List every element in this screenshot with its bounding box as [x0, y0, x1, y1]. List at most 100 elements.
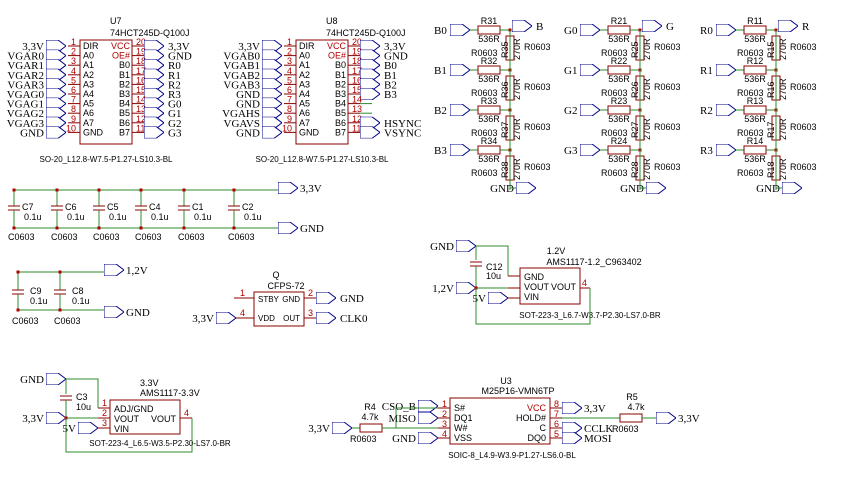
reg-part: AMS1117-3.3V — [140, 388, 200, 398]
pin-number: 1 — [240, 288, 245, 298]
pin-name: B0 — [335, 60, 346, 70]
pin-name: B7 — [335, 127, 346, 137]
shunt-value: 270R — [642, 78, 652, 100]
pin-name: A3 — [83, 79, 94, 89]
pin-number: 2 — [71, 47, 76, 57]
pin-name: B4 — [335, 99, 346, 109]
net-label: 1,2V — [126, 265, 148, 277]
net-port-g2 — [580, 104, 600, 116]
net-port-r3 — [716, 144, 736, 156]
resistor-ref: R32 — [481, 56, 498, 66]
pin-name: B1 — [335, 70, 346, 80]
regulator-3v3[interactable]: 3.3VAMS1117-3.3VADJ/GNDVOUT VOUTVIN1234SO… — [20, 373, 231, 453]
gnd-label: GND — [620, 183, 644, 195]
pin-number: 1 — [102, 398, 107, 408]
shunt-value: 270R — [512, 78, 522, 100]
cap-value: 10u — [76, 402, 91, 412]
pin-number: 9 — [71, 114, 76, 124]
capacitor-c5 — [93, 205, 105, 211]
cap-ref: C4 — [149, 202, 161, 212]
cap-ref: C1 — [192, 202, 204, 212]
resistor-package: R0603 — [737, 168, 764, 178]
pin-name: VOUT — [151, 414, 177, 424]
resistor-ref: R22 — [611, 56, 628, 66]
resistor-value: 536R — [744, 74, 766, 84]
pin-number: 8 — [287, 104, 292, 114]
resistor-dac-network: B0R31536RR0603 R35 270R R0603B1R32536RR0603… — [434, 16, 817, 195]
pin-number: 10 — [66, 123, 76, 133]
resistor-value: 536R — [744, 34, 766, 44]
resistor-value: 536R — [608, 154, 630, 164]
shunt-value: 270R — [512, 158, 522, 180]
pin-name: GND — [83, 127, 104, 137]
capacitor-c4 — [135, 205, 147, 211]
shunt-ref: R18 — [766, 161, 776, 178]
pin-number: 5 — [287, 75, 292, 85]
pin-name: B6 — [335, 118, 346, 128]
cap-value: 0.1u — [244, 212, 262, 222]
net-port-b3 — [360, 88, 380, 100]
ic-u8-74hct245[interactable]: U874HCT245D-Q100JDIR VCC1 203,3V 3,3VA0 OE#2… — [222, 16, 421, 164]
net-label: CSO_B — [382, 401, 416, 413]
resistor-ref: R12 — [747, 56, 764, 66]
oscillator-cfps72[interactable]: QCFPS-72 STBY VDD GND OUT 1 4 2 3 3,3V GND CLK0 — [192, 270, 368, 327]
net-port-r2 — [716, 104, 736, 116]
net-label: GND — [20, 127, 44, 139]
net-label: GND — [340, 293, 364, 305]
net-label: 3,3V — [300, 183, 322, 195]
net-label: 3,3V — [584, 403, 606, 415]
pin-number: 3 — [71, 56, 76, 66]
pin-name: GND — [299, 127, 320, 137]
pin-name: A0 — [83, 51, 94, 61]
ic-u7-74hct245[interactable]: U774HCT245D-Q100JDIR VCC1 203,3V 3,3VA0 OE#2… — [7, 16, 192, 164]
pin-number: 7 — [71, 95, 76, 105]
osc-part: CFPS-72 — [267, 281, 304, 291]
cap-value: 0.1u — [24, 212, 42, 222]
dac-input-label: B0 — [434, 25, 447, 37]
pin-name: A2 — [299, 70, 310, 80]
cap-package: C0603 — [178, 232, 205, 242]
pin-name: VCC — [327, 41, 347, 51]
pin-number: 1 — [442, 399, 447, 409]
osc-ref: Q — [272, 270, 279, 280]
ic-ref: U7 — [110, 16, 122, 26]
gnd-port — [782, 182, 802, 194]
resistor-ref: R34 — [481, 136, 498, 146]
net-port-r — [778, 20, 798, 32]
net-port-3v3 — [332, 422, 352, 434]
pin-name: VCC — [111, 41, 131, 51]
net-port-g3 — [144, 126, 164, 139]
pin-number: 6 — [287, 85, 292, 95]
pin-name: A6 — [83, 108, 94, 118]
shunt-value: 270R — [778, 158, 788, 180]
junction-dot — [55, 188, 59, 192]
dac-input-label: G3 — [564, 145, 578, 157]
cap-package: C0603 — [51, 232, 78, 242]
shunt-value: 270R — [642, 38, 652, 60]
junction-dot — [232, 226, 236, 230]
pin-number: 3 — [287, 56, 292, 66]
junction-dot — [182, 188, 186, 192]
dac-input-label: B2 — [434, 105, 447, 117]
flash-u3[interactable]: U3M25P16-VMN6TP S# VCC 1 8 DQ1 HOLD# 2 7 W# C 3 6 VSS… — [308, 376, 699, 460]
junction-dot — [232, 188, 236, 192]
cap-ref: C2 — [242, 202, 254, 212]
net-port-5v — [488, 292, 508, 304]
pin-name: B3 — [119, 89, 130, 99]
pin-number: 4 — [184, 408, 189, 418]
shunt-package: R0603 — [790, 42, 817, 52]
clk0-port — [316, 312, 336, 324]
gnd-label: GND — [756, 183, 780, 195]
net-port-vsync — [360, 126, 380, 139]
regulator-1v2[interactable]: 1.2VAMS1117-1.2_C963402GNDVOUT VOUTVIN4SO… — [430, 240, 661, 325]
ic-ref: U8 — [326, 16, 338, 26]
pin-name: A5 — [83, 99, 94, 109]
shunt-package: R0603 — [654, 122, 681, 132]
dac-input-label: B3 — [434, 145, 447, 157]
pin-name: GND — [282, 295, 300, 304]
pin-name: VDD — [258, 314, 275, 323]
shunt-package: R0603 — [654, 42, 681, 52]
net-port-3v3 — [562, 402, 582, 414]
dac-input-label: G1 — [564, 65, 577, 77]
net-label: G3 — [168, 127, 182, 139]
